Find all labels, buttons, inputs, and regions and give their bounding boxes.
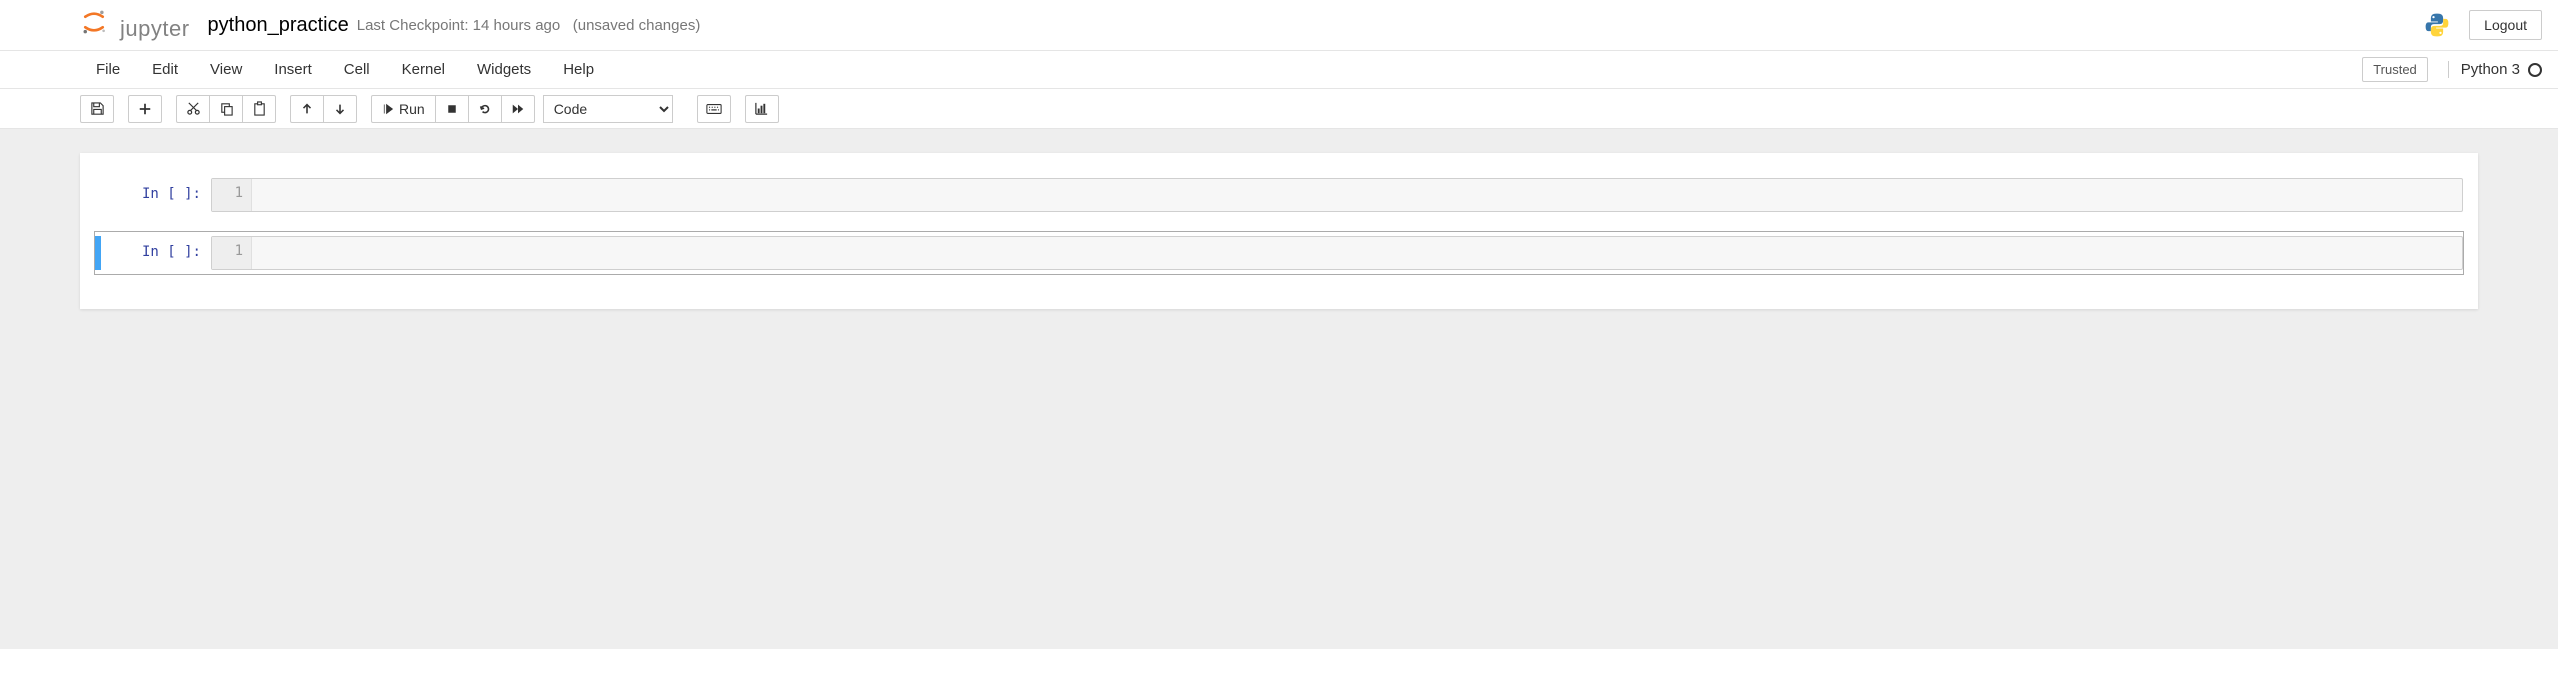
cell-input-area[interactable]: 1	[211, 178, 2463, 212]
menu-file[interactable]: File	[80, 53, 136, 86]
checkpoint-text: Last Checkpoint: 14 hours ago (unsaved c…	[357, 17, 701, 34]
python-logo-icon	[2423, 11, 2451, 39]
cell-prompt: In [ ]:	[101, 178, 211, 212]
menu-insert[interactable]: Insert	[258, 53, 328, 86]
header: jupyter python_practice Last Checkpoint:…	[0, 0, 2558, 51]
code-cell[interactable]: In [ ]: 1	[94, 173, 2464, 217]
checkpoint-time: Last Checkpoint: 14 hours ago	[357, 17, 560, 34]
plus-icon	[138, 102, 152, 116]
save-status: (unsaved changes)	[573, 17, 701, 34]
restart-icon	[478, 102, 492, 116]
chart-button[interactable]	[745, 95, 779, 123]
run-icon	[382, 103, 394, 115]
notebook-container: In [ ]: 1 In [ ]: 1	[80, 153, 2478, 309]
arrow-up-icon	[300, 102, 314, 116]
run-button[interactable]: Run	[371, 95, 436, 123]
logo-area: jupyter	[80, 8, 190, 42]
notebook-name[interactable]: python_practice	[208, 14, 349, 37]
arrow-down-icon	[333, 102, 347, 116]
chart-icon	[754, 101, 769, 116]
menu-view[interactable]: View	[194, 53, 258, 86]
menu-widgets[interactable]: Widgets	[461, 53, 547, 86]
code-cell[interactable]: In [ ]: 1	[94, 231, 2464, 275]
paste-button[interactable]	[242, 95, 276, 123]
copy-button[interactable]	[209, 95, 243, 123]
jupyter-logo-icon[interactable]	[80, 8, 108, 36]
toolbar: Run Code	[0, 89, 2558, 129]
run-label: Run	[399, 101, 425, 117]
cell-prompt: In [ ]:	[101, 236, 211, 270]
paste-icon	[252, 101, 267, 116]
jupyter-logo-text[interactable]: jupyter	[120, 16, 190, 42]
cut-button[interactable]	[176, 95, 210, 123]
stop-icon	[446, 103, 458, 115]
menu-help[interactable]: Help	[547, 53, 610, 86]
move-down-button[interactable]	[323, 95, 357, 123]
code-body[interactable]	[252, 237, 2462, 269]
save-button[interactable]	[80, 95, 114, 123]
add-cell-button[interactable]	[128, 95, 162, 123]
restart-run-all-button[interactable]	[501, 95, 535, 123]
copy-icon	[219, 101, 234, 116]
edit-group	[176, 95, 276, 123]
menu-kernel[interactable]: Kernel	[386, 53, 461, 86]
line-gutter: 1	[212, 179, 252, 211]
code-body[interactable]	[252, 179, 2462, 211]
menu-edit[interactable]: Edit	[136, 53, 194, 86]
move-group	[290, 95, 357, 123]
kernel-indicator[interactable]: Python 3	[2448, 61, 2542, 78]
notebook-area: In [ ]: 1 In [ ]: 1	[0, 129, 2558, 649]
command-palette-button[interactable]	[697, 95, 731, 123]
save-icon	[90, 101, 105, 116]
kernel-name: Python 3	[2461, 61, 2520, 78]
menu-cell[interactable]: Cell	[328, 53, 386, 86]
move-up-button[interactable]	[290, 95, 324, 123]
cell-input-area[interactable]: 1	[211, 236, 2463, 270]
fast-forward-icon	[511, 102, 525, 116]
cut-icon	[186, 101, 201, 116]
line-gutter: 1	[212, 237, 252, 269]
interrupt-button[interactable]	[435, 95, 469, 123]
trusted-button[interactable]: Trusted	[2362, 57, 2428, 82]
kernel-idle-icon	[2528, 63, 2542, 77]
cell-type-select[interactable]: Code	[543, 95, 673, 123]
keyboard-icon	[706, 102, 722, 116]
menubar: File Edit View Insert Cell Kernel Widget…	[80, 53, 610, 86]
logout-button[interactable]: Logout	[2469, 10, 2542, 40]
menubar-row: File Edit View Insert Cell Kernel Widget…	[0, 51, 2558, 89]
restart-button[interactable]	[468, 95, 502, 123]
run-group: Run	[371, 95, 535, 123]
